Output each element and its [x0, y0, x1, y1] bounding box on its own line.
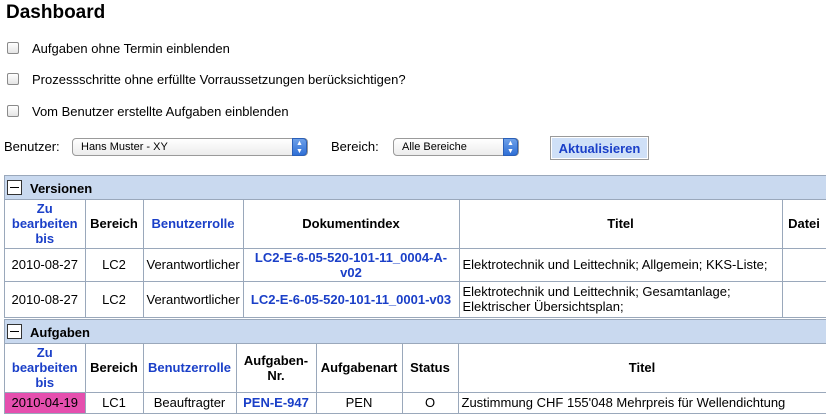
user-created-tasks-checkbox[interactable] — [7, 105, 19, 117]
cell-area: LC2 — [85, 281, 144, 318]
column-header-title: Titel — [458, 344, 826, 393]
cell-date: 2010-08-27 — [5, 281, 86, 318]
user-select[interactable]: Hans Muster - XY ▲ ▼ — [72, 138, 308, 156]
versions-header: Versionen — [5, 176, 826, 200]
tasks-panel: Aufgaben Zu bearbeiten bis Bereich Benut… — [4, 319, 826, 414]
option-user-created-tasks[interactable]: Vom Benutzer erstellte Aufgaben einblend… — [7, 102, 289, 120]
column-header-due-date[interactable]: Zu bearbeiten bis — [5, 200, 86, 249]
task-number-link[interactable]: PEN-E-947 — [236, 392, 317, 414]
cell-title: Elektrotechnik und Leittechnik; Gesamtan… — [459, 281, 783, 318]
cell-file — [782, 248, 826, 282]
column-header-task-type: Aufgabenart — [316, 344, 403, 393]
user-label: Benutzer: — [4, 139, 60, 154]
user-select-value: Hans Muster - XY — [81, 141, 168, 153]
cell-area: LC1 — [85, 392, 144, 414]
option-unmet-prerequisites[interactable]: Prozessschritte ohne erfüllte Vorrausset… — [7, 70, 406, 88]
column-header-area: Bereich — [85, 344, 144, 393]
tasks-title: Aufgaben — [30, 325, 90, 340]
cell-date: 2010-08-27 — [5, 248, 86, 282]
cell-role: Verantwortlicher — [143, 248, 244, 282]
collapse-icon[interactable] — [7, 324, 22, 339]
select-arrows-icon: ▲ ▼ — [503, 138, 518, 156]
doc-index-link[interactable]: LC2-E-6-05-520-101-11_0001-v03 — [243, 281, 460, 318]
column-header-task-number: Aufgaben-Nr. — [236, 344, 317, 393]
cell-title: Zustimmung CHF 155'048 Mehrpreis für Wel… — [458, 392, 826, 414]
column-header-role[interactable]: Benutzerrolle — [143, 200, 244, 249]
page-title: Dashboard — [6, 2, 106, 23]
cell-area: LC2 — [85, 248, 144, 282]
column-header-title: Titel — [459, 200, 783, 249]
select-arrows-icon: ▲ ▼ — [292, 138, 307, 156]
tasks-table: Zu bearbeiten bis Bereich Benutzerrolle … — [5, 344, 826, 414]
filter-row: Benutzer: Hans Muster - XY ▲ ▼ Bereich: A… — [4, 136, 824, 160]
cell-role: Verantwortlicher — [143, 281, 244, 318]
option-no-deadline[interactable]: Aufgaben ohne Termin einblenden — [7, 39, 230, 57]
column-header-file: Datei — [782, 200, 826, 249]
versions-header-row: Zu bearbeiten bis Bereich Benutzerrolle … — [5, 200, 826, 249]
versions-table: Zu bearbeiten bis Bereich Benutzerrolle … — [5, 200, 826, 318]
cell-file — [782, 281, 826, 318]
cell-title: Elektrotechnik und Leittechnik; Allgemei… — [459, 248, 783, 282]
tasks-header: Aufgaben — [5, 320, 826, 344]
option-label: Prozessschritte ohne erfüllte Vorrausset… — [32, 71, 406, 87]
option-label: Vom Benutzer erstellte Aufgaben einblend… — [32, 103, 289, 119]
cell-type: PEN — [316, 392, 403, 414]
table-row: 2010-08-27 LC2 Verantwortlicher LC2-E-6-… — [5, 248, 826, 282]
cell-role: Beauftragter — [143, 392, 237, 414]
tasks-header-row: Zu bearbeiten bis Bereich Benutzerrolle … — [5, 344, 826, 393]
column-header-status: Status — [402, 344, 459, 393]
column-header-area: Bereich — [85, 200, 144, 249]
table-row: 2010-04-19 LC1 Beauftragter PEN-E-947 PE… — [5, 392, 826, 414]
no-deadline-checkbox[interactable] — [7, 42, 19, 54]
collapse-icon[interactable] — [7, 180, 22, 195]
cell-status: O — [402, 392, 459, 414]
table-row: 2010-08-27 LC2 Verantwortlicher LC2-E-6-… — [5, 281, 826, 318]
unmet-prerequisites-checkbox[interactable] — [7, 73, 19, 85]
cell-date-overdue: 2010-04-19 — [5, 392, 86, 414]
option-label: Aufgaben ohne Termin einblenden — [32, 40, 230, 56]
doc-index-link[interactable]: LC2-E-6-05-520-101-11_0004-A-v02 — [243, 248, 460, 282]
column-header-due-date[interactable]: Zu bearbeiten bis — [5, 344, 86, 393]
area-select[interactable]: Alle Bereiche ▲ ▼ — [393, 138, 519, 156]
versions-title: Versionen — [30, 181, 93, 196]
area-select-value: Alle Bereiche — [402, 141, 467, 153]
versions-panel: Versionen Zu bearbeiten bis Bereich Benu… — [4, 175, 826, 318]
column-header-doc-index: Dokumentindex — [243, 200, 460, 249]
refresh-button[interactable]: Aktualisieren — [550, 136, 649, 160]
area-label: Bereich: — [331, 139, 379, 154]
column-header-role[interactable]: Benutzerrolle — [143, 344, 237, 393]
